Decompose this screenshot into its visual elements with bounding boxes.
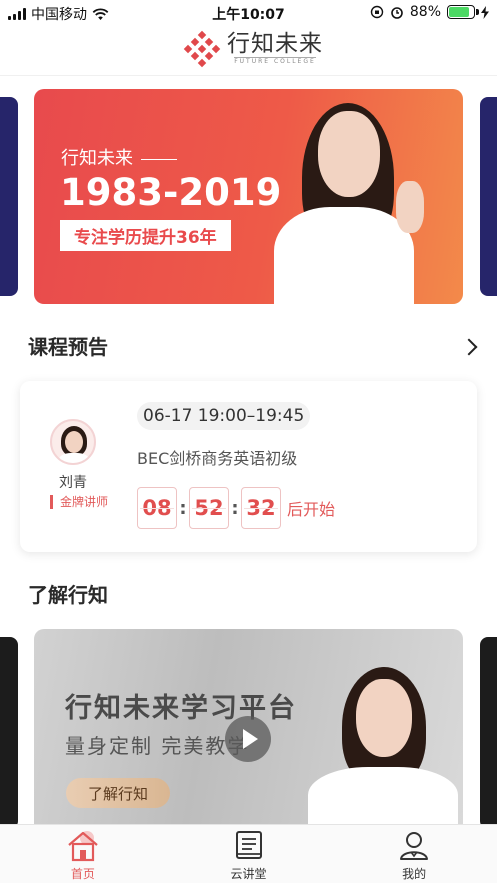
carousel-next-card[interactable] (480, 97, 497, 296)
tab-cloud-lecture[interactable]: 云讲堂 (166, 825, 332, 883)
about-section-title: 了解行知 (28, 583, 108, 607)
app-logo: 行知未来 FUTURE COLLEGE (183, 30, 323, 68)
play-icon[interactable] (225, 716, 271, 762)
logo-cn: 行知未来 (227, 31, 323, 57)
hero-banner[interactable]: 行知未来 1983-2019 专注学历提升36年 (34, 89, 463, 304)
countdown-seconds: 32 (241, 487, 281, 529)
book-icon (235, 831, 262, 859)
countdown-minutes: 52 (189, 487, 229, 529)
chevron-right-icon[interactable] (460, 338, 478, 356)
charging-icon (481, 5, 489, 19)
countdown-colon: : (231, 497, 239, 519)
home-icon (68, 831, 98, 862)
tab-profile-label: 我的 (402, 867, 427, 881)
video-next-card[interactable] (480, 637, 497, 829)
course-card[interactable]: 刘青 金牌讲师 06-17 19:00–19:45 BEC剑桥商务英语初级 08… (20, 381, 477, 552)
tab-cloud-lecture-label: 云讲堂 (230, 867, 267, 881)
status-right: 88% (370, 4, 489, 20)
video-prev-card[interactable] (0, 637, 18, 829)
tab-bar: 首页 云讲堂 我的 (0, 824, 497, 883)
about-banner-subtitle: 量身定制 完美教学 (65, 734, 250, 758)
alarm-icon (391, 7, 403, 19)
logo-mark-icon (183, 30, 221, 68)
learn-more-button[interactable]: 了解行知 (66, 778, 170, 808)
tab-home[interactable]: 首页 (0, 825, 166, 883)
battery-percent: 88% (409, 4, 441, 20)
about-portrait (302, 659, 462, 829)
tab-profile[interactable]: 我的 (331, 825, 497, 883)
course-section-title: 课程预告 (28, 335, 108, 359)
course-name: BEC剑桥商务英语初级 (137, 449, 298, 468)
banner-tagline: 专注学历提升36年 (60, 220, 231, 251)
tab-home-label: 首页 (70, 867, 95, 881)
banner-subtitle: 行知未来 (61, 144, 177, 170)
battery-fill (449, 7, 469, 17)
countdown: 08 : 52 : 32 后开始 (137, 487, 335, 529)
battery-icon (447, 5, 479, 19)
course-time: 06-17 19:00–19:45 (137, 402, 311, 430)
logo-en: FUTURE COLLEGE (234, 57, 316, 65)
about-video-banner[interactable]: 行知未来学习平台 量身定制 完美教学 了解行知 (34, 629, 463, 829)
carousel-prev-card[interactable] (0, 97, 18, 296)
user-icon (400, 832, 429, 860)
banner-years: 1983-2019 (60, 171, 282, 214)
banner-portrait (266, 89, 463, 304)
logo-text: 行知未来 FUTURE COLLEGE (227, 31, 323, 67)
teacher-name: 刘青 (59, 475, 87, 491)
teacher-avatar (50, 419, 96, 465)
countdown-colon: : (179, 497, 187, 519)
orientation-lock-icon (370, 5, 384, 19)
countdown-hours: 08 (137, 487, 177, 529)
app-screen: 中国移动 上午10:07 88% 行知未来 FUTURE COLLEGE 行知未… (0, 0, 497, 883)
app-header: 行知未来 FUTURE COLLEGE (0, 26, 497, 76)
teacher-role: 金牌讲师 (50, 495, 108, 509)
countdown-suffix: 后开始 (287, 500, 336, 519)
status-bar: 中国移动 上午10:07 88% (0, 0, 497, 26)
about-banner-title: 行知未来学习平台 (65, 693, 297, 724)
